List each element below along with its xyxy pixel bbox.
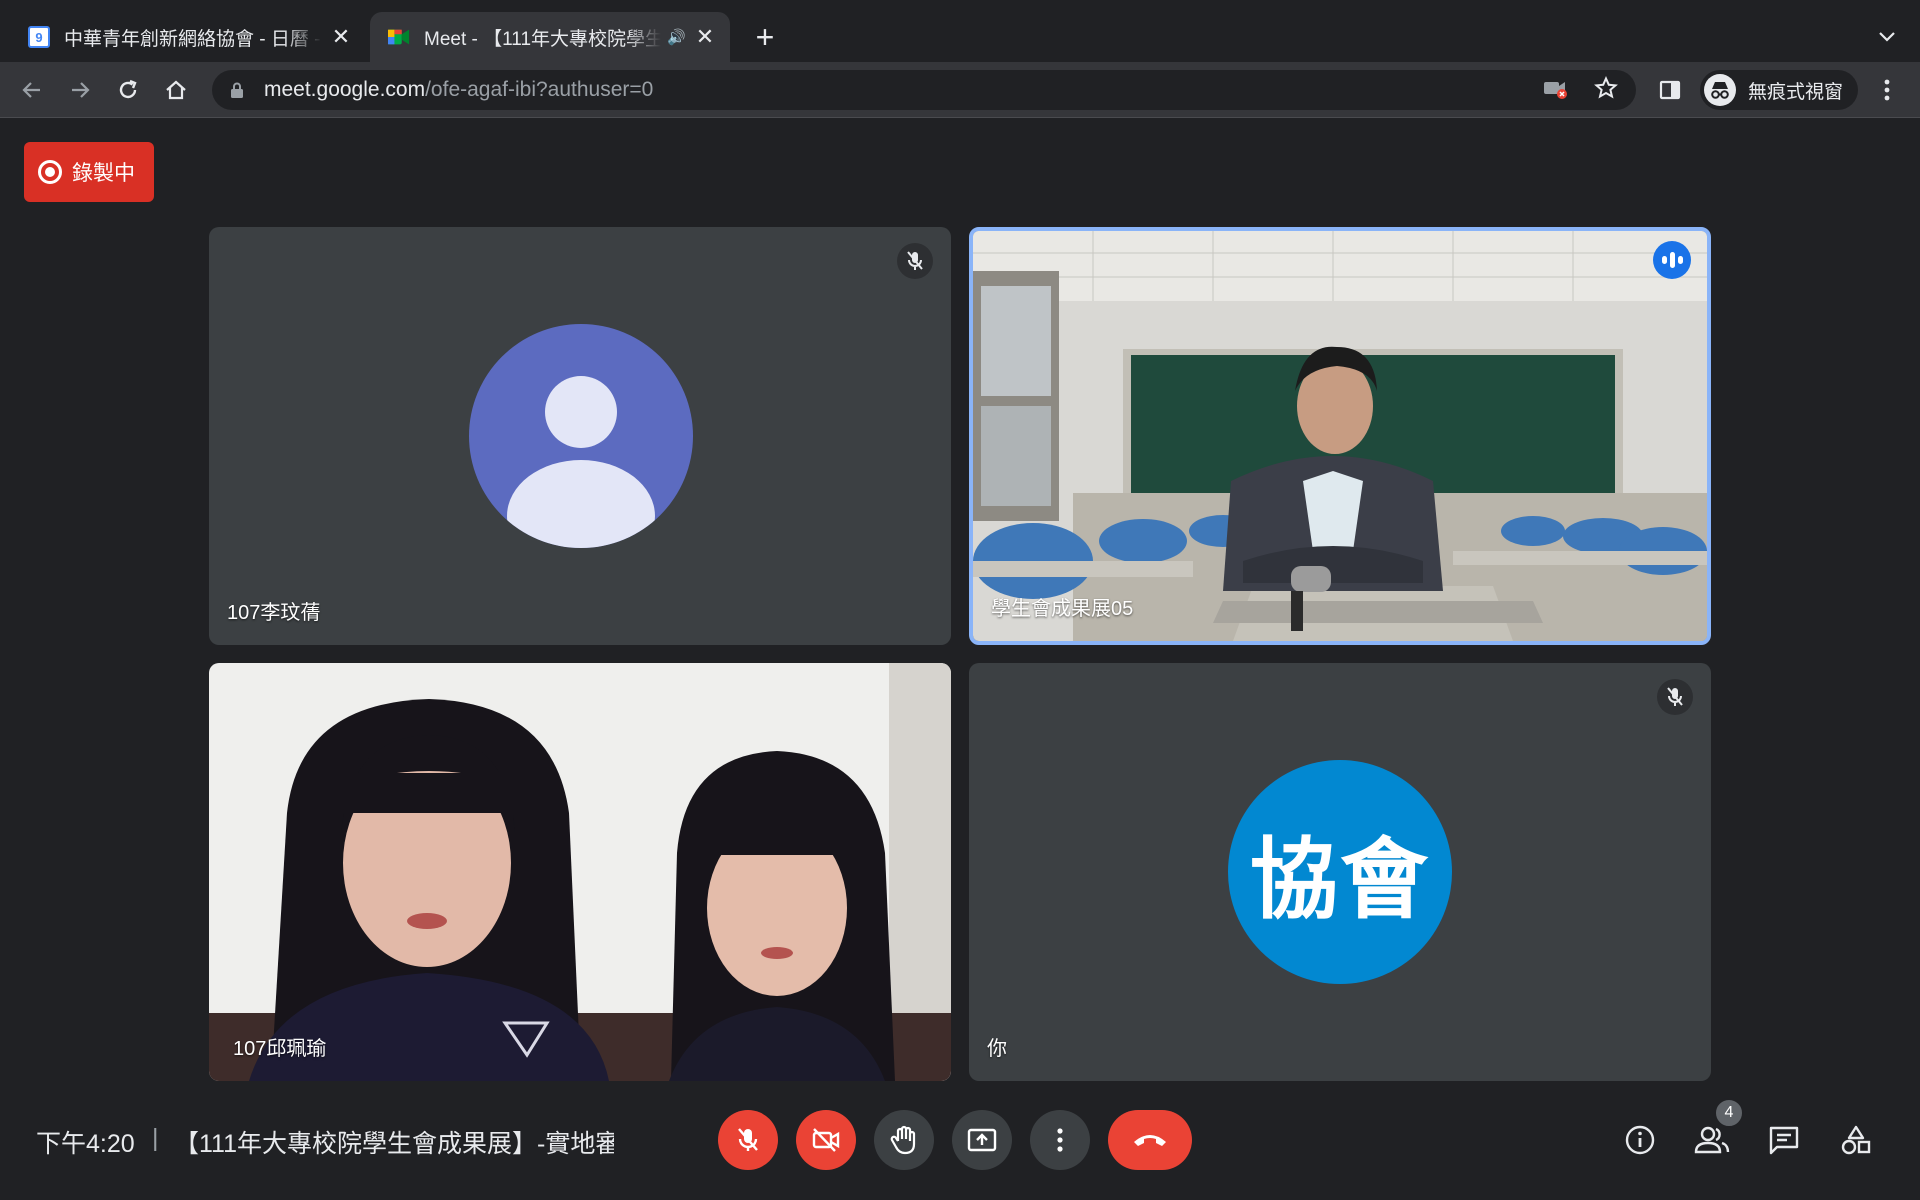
present-screen-button[interactable] [952, 1110, 1012, 1170]
tab-title: Meet - 【111年大專校院學生會成果展】 [424, 28, 662, 50]
incognito-profile-button[interactable]: 無痕式視窗 [1700, 70, 1858, 110]
leave-call-button[interactable] [1108, 1110, 1192, 1170]
meeting-clock: 下午4:20 [36, 1130, 135, 1158]
arrow-right-icon [72, 82, 90, 98]
participant-tile[interactable]: 107李玟蒨 [209, 227, 951, 645]
participant-count-badge: 4 [1714, 1098, 1744, 1128]
more-vert-icon [1057, 1128, 1063, 1152]
tab-meet[interactable]: Meet - 【111年大專校院學生會成果展】 🔊 ✕ [370, 12, 730, 62]
close-tab-icon[interactable]: ✕ [330, 24, 352, 49]
reload-button[interactable] [110, 72, 146, 108]
speaking-indicator-icon [1653, 241, 1691, 279]
toggle-mic-button[interactable] [718, 1110, 778, 1170]
participant-name: 107李玟蒨 [227, 602, 321, 624]
recording-indicator[interactable]: 錄製中 [24, 142, 154, 202]
recording-label: 錄製中 [72, 162, 135, 185]
side-panel-icon [1659, 80, 1681, 100]
speaker-icon[interactable]: 🔊 [667, 28, 686, 46]
incognito-icon [1704, 74, 1736, 106]
info-icon [1625, 1125, 1655, 1155]
people-icon [1694, 1126, 1730, 1154]
browser-menu-button[interactable] [1872, 74, 1902, 106]
video-feed-classroom [973, 231, 1707, 641]
participant-tile-active-speaker[interactable]: 學生會成果展05 [969, 227, 1711, 645]
browser-toolbar: meet.google.com/ofe-agaf-ibi?authuser=0 … [0, 62, 1920, 118]
participant-name: 學生會成果展05 [991, 598, 1134, 620]
side-panel-button[interactable] [1652, 72, 1688, 108]
tab-calendar[interactable]: 9 中華青年創新網絡協會 - 日曆 - 2022年 5月 26日 ✕ [0, 12, 366, 62]
participant-tile[interactable]: 107邱珮瑜 [209, 663, 951, 1081]
profile-label: 無痕式視窗 [1748, 81, 1844, 103]
more-options-button[interactable] [1030, 1110, 1090, 1170]
close-tab-icon[interactable]: ✕ [694, 24, 716, 49]
chat-icon [1769, 1126, 1799, 1155]
mic-off-icon [897, 243, 933, 279]
activities-button[interactable] [1834, 1118, 1878, 1162]
participant-name: 你 [987, 1038, 1007, 1060]
meeting-title: 【111年大專校院學生會成果展】-實地審... [174, 1130, 614, 1158]
raise-hand-button[interactable] [874, 1110, 934, 1170]
meeting-controls-bar: 下午4:20 | 【111年大專校院學生會成果展】-實地審... [0, 1096, 1920, 1186]
new-tab-button[interactable]: + [748, 18, 782, 56]
chat-button[interactable] [1762, 1118, 1806, 1162]
video-feed-participants [209, 663, 951, 1081]
participant-name: 107邱珮瑜 [233, 1038, 327, 1060]
chevron-down-icon[interactable] [1872, 22, 1902, 52]
forward-button[interactable] [62, 72, 98, 108]
meeting-details-button[interactable] [1618, 1118, 1662, 1162]
hand-icon [890, 1125, 916, 1155]
google-meet-icon [388, 26, 410, 48]
browser-tab-strip: 9 中華青年創新網絡協會 - 日曆 - 2022年 5月 26日 ✕ Meet … [0, 0, 1920, 62]
home-icon [166, 80, 186, 100]
reload-icon [119, 79, 137, 99]
mic-off-icon [738, 1128, 758, 1151]
videocam-off-icon [812, 1128, 840, 1152]
separator: | [152, 1124, 159, 1152]
back-button[interactable] [14, 72, 50, 108]
self-avatar: 協會 [1228, 760, 1452, 984]
tab-title: 中華青年創新網絡協會 - 日曆 - 2022年 5月 26日 [64, 28, 322, 50]
more-vert-icon [1884, 79, 1890, 101]
google-calendar-icon: 9 [28, 26, 50, 48]
lock-icon [231, 82, 243, 98]
address-bar[interactable]: meet.google.com/ofe-agaf-ibi?authuser=0 [212, 70, 1636, 110]
default-avatar-icon [469, 324, 693, 548]
bookmark-star-icon[interactable] [1594, 76, 1618, 106]
present-icon [967, 1128, 997, 1152]
self-tile[interactable]: 協會 你 [969, 663, 1711, 1081]
shapes-icon [1841, 1125, 1871, 1155]
toggle-camera-button[interactable] [796, 1110, 856, 1170]
record-icon [38, 160, 62, 184]
arrow-left-icon [22, 82, 40, 98]
home-button[interactable] [158, 72, 194, 108]
url-path: /ofe-agaf-ibi?authuser=0 [425, 78, 654, 101]
camera-blocked-icon[interactable] [1542, 77, 1568, 105]
url-host: meet.google.com [264, 78, 426, 101]
mic-off-icon [1657, 679, 1693, 715]
call-end-icon [1134, 1135, 1166, 1146]
